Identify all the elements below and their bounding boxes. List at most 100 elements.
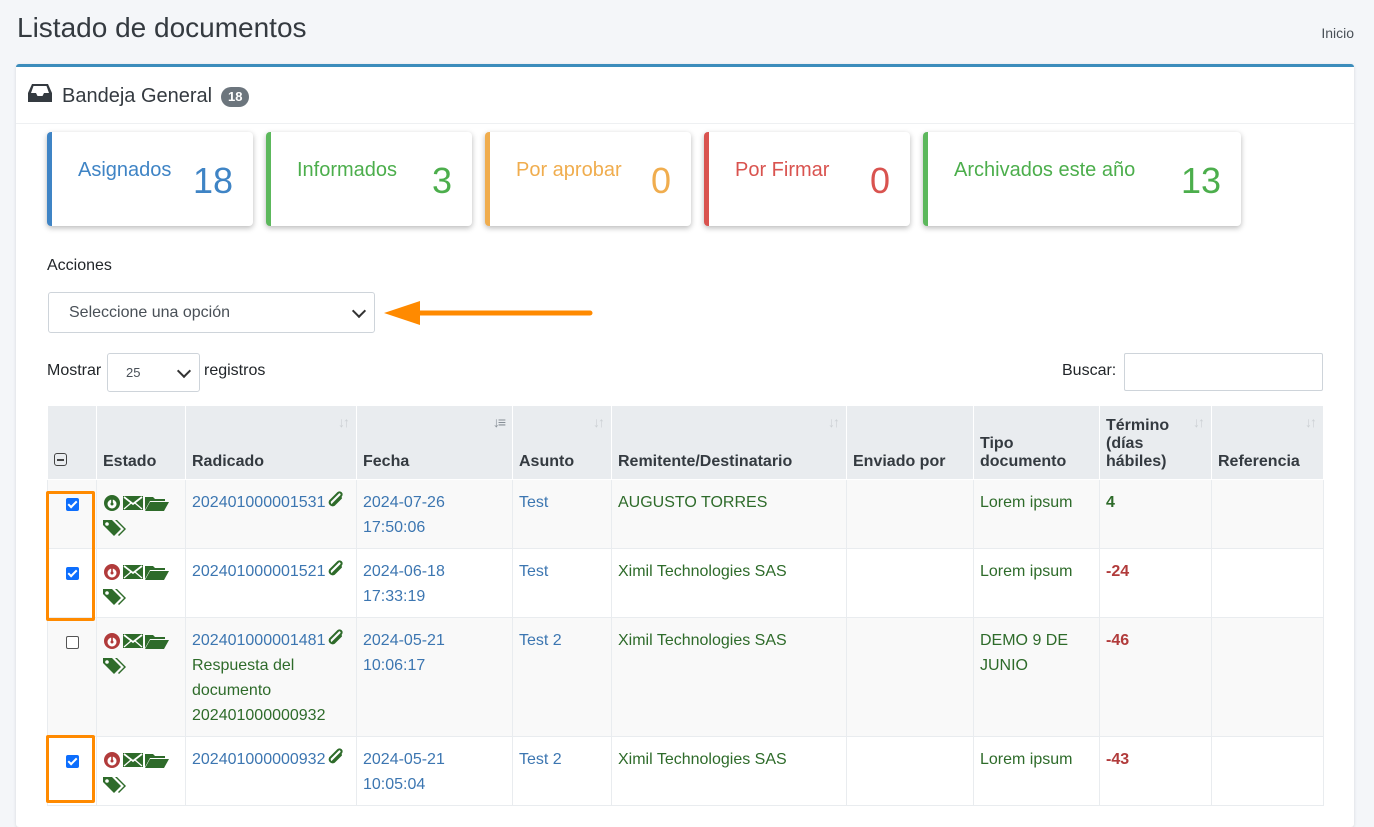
stat-label: Informados [297,159,398,181]
folder-open-icon[interactable] [145,495,169,511]
enviado-cell [846,479,974,549]
table-row[interactable]: 202401000001521 2024-06-18 17:33:19 Test Xi… [47,548,1324,618]
stat-box-por-firmar[interactable]: Por Firmar 0 [704,132,910,226]
asunto-cell: Test 2 [512,617,612,737]
status-cell [96,617,186,737]
stat-box-archivados[interactable]: Archivados este año 13 [923,132,1241,226]
search-input[interactable] [1124,353,1323,391]
paperclip-icon[interactable] [327,559,345,579]
remitente-value: AUGUSTO TORRES [618,494,768,511]
table-row[interactable]: 202401000000932 2024-05-21 10:05:04 Test 2… [47,736,1324,806]
column-header-enviado[interactable]: Enviado por [846,405,974,480]
status-icons [103,751,171,793]
page-length-select[interactable]: 25 [107,353,200,392]
radicado-link[interactable]: 202401000000932 [192,751,325,768]
column-header-remitente[interactable]: ↓↑ Remitente/Destinatario [611,405,847,480]
tags-icon[interactable] [103,519,127,537]
clock-face-icon[interactable] [103,563,121,581]
asunto-cell: Test 2 [512,736,612,806]
envelope-icon[interactable] [123,633,143,649]
actions-select[interactable]: Seleccione una opción [48,292,375,333]
termino-cell: 4 [1099,479,1212,549]
clock-face-icon[interactable] [103,494,121,512]
stat-value: 0 [869,160,890,201]
folder-open-icon[interactable] [145,633,169,649]
termino-cell: -43 [1099,736,1212,806]
table-row[interactable]: 202401000001481 Respuesta del documento 2… [47,617,1324,737]
actions-select-value: Seleccione una opción [69,304,231,321]
clock-face-icon[interactable] [103,632,121,650]
folder-open-icon[interactable] [145,564,169,580]
table-row[interactable]: 202401000001531 2024-07-26 17:50:06 Test AU… [47,479,1324,549]
sort-icon: ↓↑ [1193,414,1205,430]
envelope-icon[interactable] [123,495,143,511]
asunto-link[interactable]: Test 2 [519,632,562,649]
radicado-link[interactable]: 202401000001521 [192,563,325,580]
asunto-link[interactable]: Test [519,494,548,511]
referencia-cell [1211,548,1324,618]
clock-face-icon[interactable] [103,751,121,769]
column-header-fecha[interactable]: ↓≡ Fecha [356,405,513,480]
fecha-value: 2024-05-21 10:06:17 [363,632,445,674]
status-cell [96,479,186,549]
row-select-cell[interactable] [47,617,97,737]
column-header-label: Remitente/Destinatario [618,453,793,470]
status-icons [103,563,171,605]
row-select-cell[interactable] [47,736,97,806]
paperclip-icon[interactable] [327,747,345,767]
select-all-header[interactable] [47,405,97,480]
tags-icon[interactable] [103,657,127,675]
column-header-termino[interactable]: ↓↑ Término (días hábiles) [1099,405,1212,480]
referencia-cell [1211,617,1324,737]
column-header-estado[interactable]: Estado [96,405,186,480]
page-length-value: 25 [126,365,141,380]
breadcrumb-home[interactable]: Inicio [1321,25,1354,41]
paperclip-icon[interactable] [327,490,345,510]
folder-open-icon[interactable] [145,752,169,768]
stat-box-asignados[interactable]: Asignados 18 [47,132,253,226]
column-header-label: Término (días hábiles) [1106,417,1170,470]
envelope-icon[interactable] [123,752,143,768]
stat-value: 13 [1180,160,1221,201]
row-checkbox[interactable] [65,498,79,512]
fecha-cell: 2024-06-18 17:33:19 [356,548,513,618]
column-header-radicado[interactable]: ↓↑ Radicado [185,405,357,480]
asunto-link[interactable]: Test 2 [519,751,562,768]
column-header-label: Referencia [1218,453,1300,470]
sort-icon: ↓↑ [1305,414,1317,430]
status-cell [96,736,186,806]
sort-icon: ↓↑ [593,414,605,430]
radicado-link[interactable]: 202401000001481 [192,632,325,649]
enviado-cell [846,617,974,737]
stat-box-por-aprobar[interactable]: Por aprobar 0 [485,132,691,226]
row-checkbox[interactable] [65,755,79,769]
stat-value: 3 [431,160,452,201]
row-select-cell[interactable] [47,548,97,618]
select-all-checkbox[interactable] [54,453,67,466]
stat-label: Archivados este año [954,159,1136,181]
column-header-tipo[interactable]: Tipo documento [973,405,1100,480]
referencia-cell [1211,479,1324,549]
fecha-value: 2024-06-18 17:33:19 [363,563,445,605]
radicado-cell: 202401000001481 Respuesta del documento 2… [185,617,357,737]
stat-box-informados[interactable]: Informados 3 [266,132,472,226]
column-header-label: Enviado por [853,453,946,470]
row-select-cell[interactable] [47,479,97,549]
termino-value: -46 [1106,632,1130,649]
tags-icon[interactable] [103,588,127,606]
paperclip-icon[interactable] [327,628,345,648]
tipo-cell: DEMO 9 DE JUNIO [973,617,1100,737]
tags-icon[interactable] [103,776,127,794]
tipo-value: DEMO 9 DE JUNIO [980,632,1069,674]
row-checkbox[interactable] [65,567,79,581]
column-header-referencia[interactable]: ↓↑ Referencia [1211,405,1324,480]
column-header-asunto[interactable]: ↓↑ Asunto [512,405,612,480]
row-checkbox[interactable] [65,636,79,650]
radicado-link[interactable]: 202401000001531 [192,494,325,511]
table-header-row: Estado ↓↑ Radicado ↓≡ Fecha ↓↑ Asunto ↓↑ Rem… [47,405,1324,480]
tipo-cell: Lorem ipsum [973,736,1100,806]
asunto-link[interactable]: Test [519,563,548,580]
tipo-cell: Lorem ipsum [973,548,1100,618]
envelope-icon[interactable] [123,564,143,580]
tipo-value: Lorem ipsum [980,751,1073,768]
